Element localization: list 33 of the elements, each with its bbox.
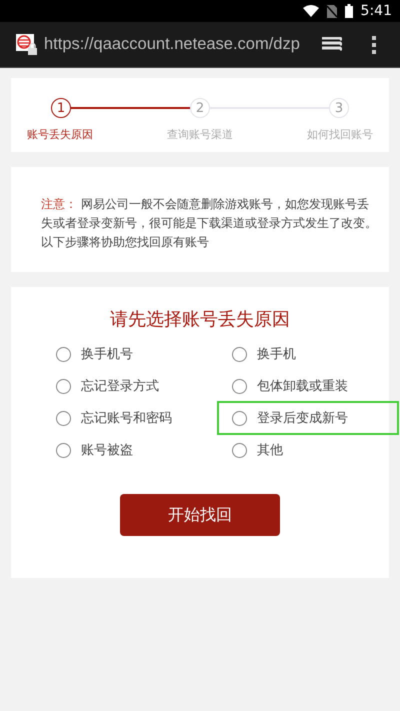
option-label[interactable]: 账号被盗 bbox=[81, 441, 133, 459]
tabs-icon[interactable] bbox=[322, 36, 342, 52]
url-text[interactable]: https://qaaccount.netease.com/dzp bbox=[44, 35, 306, 54]
radio-button[interactable] bbox=[56, 442, 71, 458]
form-title: 请先选择账号丢失原因 bbox=[110, 308, 290, 331]
step-label: 账号丢失原因 bbox=[27, 127, 93, 142]
option-label[interactable]: 包体卸载或重装 bbox=[257, 377, 348, 395]
radio-button[interactable] bbox=[232, 378, 247, 394]
step-label: 如何找回账号 bbox=[307, 127, 373, 142]
radio-button[interactable] bbox=[56, 346, 71, 362]
step-label: 查询账号渠道 bbox=[167, 127, 233, 142]
radio-button[interactable] bbox=[56, 410, 71, 426]
option-label[interactable]: 忘记登录方式 bbox=[81, 377, 159, 395]
radio-button[interactable] bbox=[232, 442, 247, 458]
radio-button[interactable] bbox=[232, 346, 247, 362]
site-lock-icon bbox=[16, 34, 38, 56]
step-number: 1 bbox=[51, 98, 71, 118]
option-label[interactable]: 换手机 bbox=[257, 345, 296, 363]
step-number: 3 bbox=[329, 98, 349, 118]
more-menu-icon[interactable] bbox=[372, 36, 376, 54]
option-label[interactable]: 登录后变成新号 bbox=[257, 409, 348, 427]
radio-button[interactable] bbox=[232, 410, 247, 426]
wifi-icon bbox=[302, 5, 319, 17]
battery-icon bbox=[344, 4, 353, 18]
start-button[interactable]: 开始找回 bbox=[120, 494, 280, 536]
step-number: 2 bbox=[190, 98, 210, 118]
radio-button[interactable] bbox=[56, 378, 71, 394]
option-label[interactable]: 其他 bbox=[257, 441, 283, 459]
no-sim-icon bbox=[326, 4, 337, 18]
option-label[interactable]: 忘记账号和密码 bbox=[81, 409, 172, 427]
option-label[interactable]: 换手机号 bbox=[81, 345, 133, 363]
clock-text: 5:41 bbox=[360, 3, 392, 19]
notice-text: 注意： 网易公司一般不会随意删除游戏账号，如您发现账号丢失或者登录变新号，很可能是下载渠道或登录方式发生了改变。以下步骤将协助您找回原有账号 bbox=[41, 196, 377, 251]
